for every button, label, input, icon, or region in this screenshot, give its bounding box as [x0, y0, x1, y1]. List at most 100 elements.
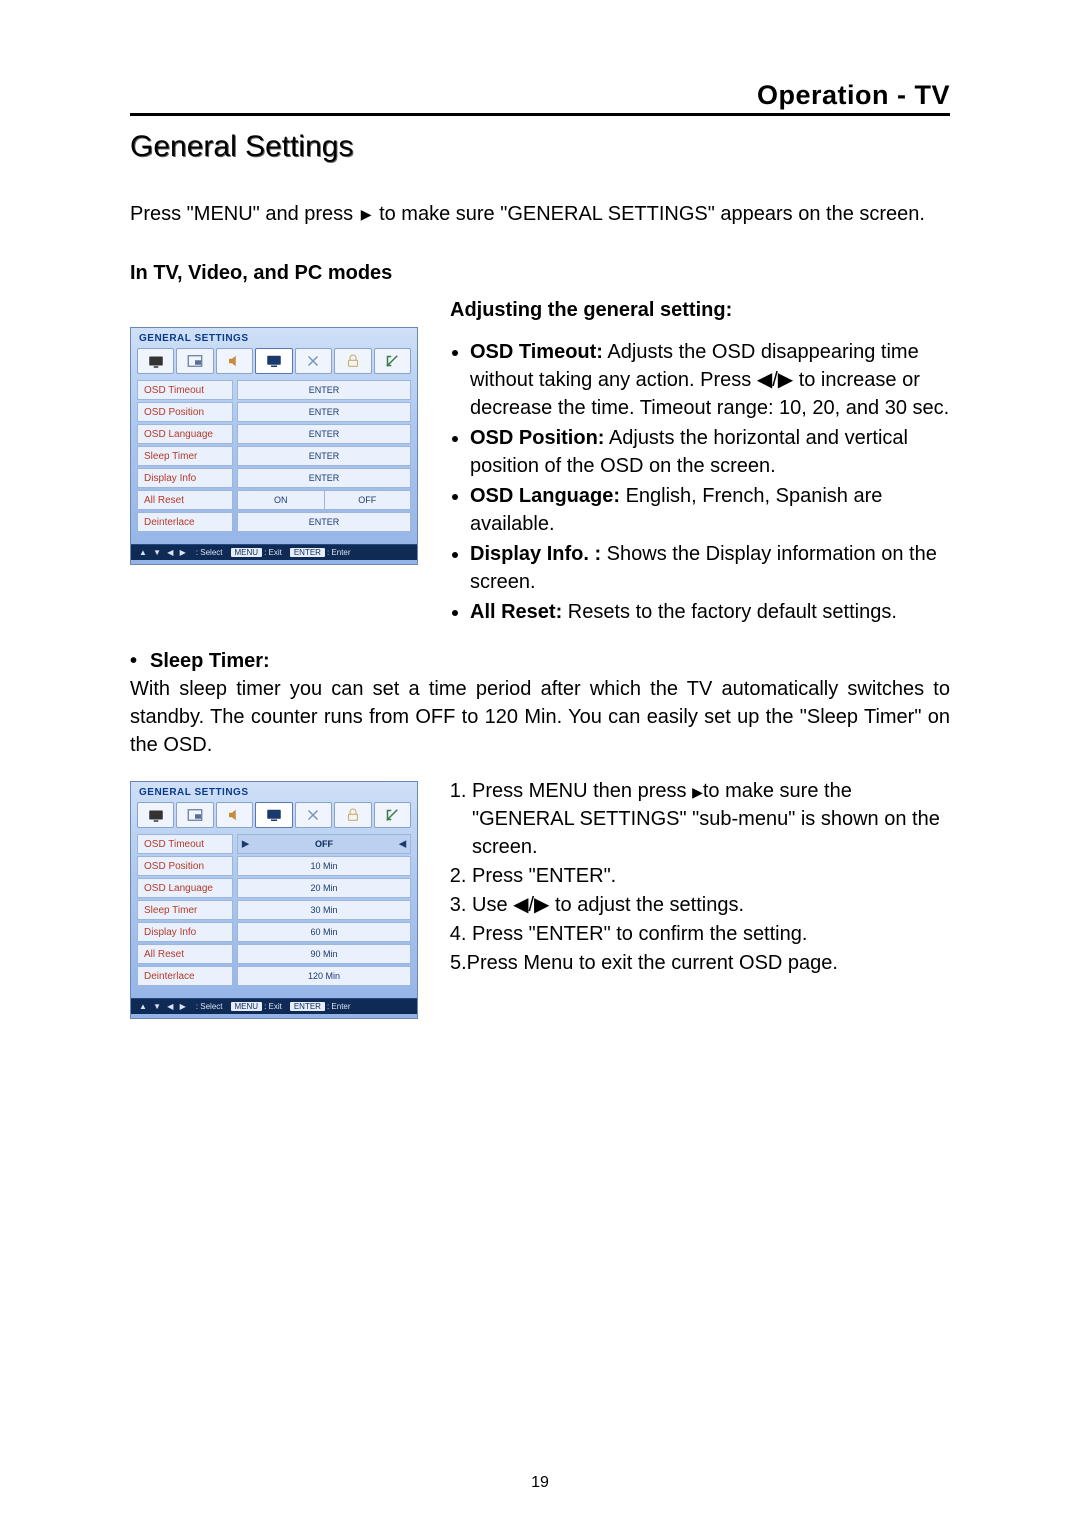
bullet-item: All Reset: Resets to the factory default…	[470, 598, 950, 626]
osd-label: OSD Language	[137, 878, 233, 898]
bullet-term: OSD Position:	[470, 427, 604, 449]
osd-value: 10 Min	[237, 856, 411, 876]
osd-row: Deinterlace120 Min	[137, 966, 411, 986]
tab-tv-icon	[137, 802, 174, 828]
off-option: OFF	[325, 491, 411, 509]
osd-footer: ▲ ▼ ◀ ▶ : Select MENU: Exit ENTER: Enter	[131, 998, 417, 1014]
osd-row: DeinterlaceENTER	[137, 512, 411, 532]
osd-panel-2: GENERAL SETTINGS OSD Timeout▶OFF◀ OSD Po…	[130, 781, 418, 1019]
osd-row: All ResetONOFF	[137, 490, 411, 510]
osd-value: 30 Min	[237, 900, 411, 920]
osd-row: OSD TimeoutENTER	[137, 380, 411, 400]
tab-lock-icon	[334, 348, 371, 374]
bullet-text: Resets to the factory default settings.	[562, 601, 897, 623]
play-icon: ▶	[692, 783, 703, 803]
osd-tabs	[131, 800, 417, 834]
osd-label: Sleep Timer	[137, 446, 233, 466]
bullet-term: OSD Timeout:	[470, 341, 603, 363]
bullet-term: All Reset:	[470, 601, 562, 623]
bullet-item: OSD Timeout: Adjusts the OSD disappearin…	[470, 338, 950, 422]
osd-value: ENTER	[237, 446, 411, 466]
tab-tools-icon	[295, 802, 332, 828]
footer-select: : Select	[196, 548, 223, 557]
bullet-list: OSD Timeout: Adjusts the OSD disappearin…	[470, 338, 950, 626]
tab-pip-icon	[176, 802, 213, 828]
osd-row: All Reset90 Min	[137, 944, 411, 964]
arrow-right-icon: ◀	[399, 839, 406, 850]
tab-tv-icon	[137, 348, 174, 374]
enter-key: ENTER	[290, 548, 325, 557]
osd-row: OSD PositionENTER	[137, 402, 411, 422]
osd-label: Display Info	[137, 468, 233, 488]
tab-display-icon	[255, 348, 292, 374]
osd-value: 90 Min	[237, 944, 411, 964]
tab-exit-icon	[374, 802, 411, 828]
osd-label: All Reset	[137, 944, 233, 964]
osd-row: Display Info60 Min	[137, 922, 411, 942]
osd-row: OSD Timeout▶OFF◀	[137, 834, 411, 854]
sleep-text: With sleep timer you can set a time peri…	[130, 675, 950, 759]
osd-title: GENERAL SETTINGS	[131, 782, 417, 800]
play-icon: ▶	[361, 205, 372, 225]
step-item: Press "ENTER".	[472, 862, 950, 890]
osd-label: OSD Position	[137, 402, 233, 422]
osd-label: Display Info	[137, 922, 233, 942]
modes-heading: In TV, Video, and PC modes	[130, 262, 950, 285]
bullet-item: Display Info. : Shows the Display inform…	[470, 540, 950, 596]
step-item: Press "ENTER" to confirm the setting.	[472, 920, 950, 948]
osd-tabs	[131, 346, 417, 380]
sleep-title: •Sleep Timer:	[130, 650, 950, 673]
osd-row: Display InfoENTER	[137, 468, 411, 488]
osd-label: OSD Position	[137, 856, 233, 876]
intro-post: to make sure "GENERAL SETTINGS" appears …	[379, 203, 925, 225]
step-item: Press MENU then press ▶to make sure the …	[472, 777, 950, 861]
osd-label: OSD Timeout	[137, 380, 233, 400]
tab-audio-icon	[216, 348, 253, 374]
step-item: 5.Press Menu to exit the current OSD pag…	[450, 949, 950, 977]
osd-label: Deinterlace	[137, 512, 233, 532]
osd-value: ENTER	[237, 402, 411, 422]
osd-row: OSD Language20 Min	[137, 878, 411, 898]
bullet-item: OSD Language: English, French, Spanish a…	[470, 482, 950, 538]
osd-value-onoff: ONOFF	[237, 490, 411, 510]
osd-value: 20 Min	[237, 878, 411, 898]
tab-audio-icon	[216, 802, 253, 828]
osd-row: OSD LanguageENTER	[137, 424, 411, 444]
footer-exit: : Exit	[264, 548, 282, 557]
intro-text: Press "MENU" and press ▶ to make sure "G…	[130, 200, 950, 228]
osd-footer: ▲ ▼ ◀ ▶ : Select MENU: Exit ENTER: Enter	[131, 544, 417, 560]
osd-label: Deinterlace	[137, 966, 233, 986]
enter-key: ENTER	[290, 1002, 325, 1011]
tab-exit-icon	[374, 348, 411, 374]
osd-label: Sleep Timer	[137, 900, 233, 920]
footer-enter: : Enter	[327, 1002, 351, 1011]
steps-list: Press MENU then press ▶to make sure the …	[450, 777, 950, 948]
menu-key: MENU	[231, 1002, 263, 1011]
bullet-item: OSD Position: Adjusts the horizontal and…	[470, 424, 950, 480]
tab-lock-icon	[334, 802, 371, 828]
footer-exit: : Exit	[264, 1002, 282, 1011]
on-option: ON	[238, 491, 325, 509]
footer-select: : Select	[196, 1002, 223, 1011]
osd-value-selected: ▶OFF◀	[237, 834, 411, 854]
osd-value: 60 Min	[237, 922, 411, 942]
nav-glyphs-icon: ▲ ▼ ◀ ▶	[139, 548, 188, 557]
osd-row: Sleep Timer30 Min	[137, 900, 411, 920]
osd-row: Sleep TimerENTER	[137, 446, 411, 466]
step-item: Use ◀/▶ to adjust the settings.	[472, 891, 950, 919]
osd-value: ENTER	[237, 380, 411, 400]
adjust-heading: Adjusting the general setting:	[450, 299, 950, 322]
intro-pre: Press "MENU" and press	[130, 203, 353, 225]
bullet-term: Display Info. :	[470, 543, 601, 565]
osd-label: OSD Language	[137, 424, 233, 444]
tab-tools-icon	[295, 348, 332, 374]
menu-key: MENU	[231, 548, 263, 557]
osd-value: ENTER	[237, 424, 411, 444]
tab-display-icon	[255, 802, 292, 828]
tab-pip-icon	[176, 348, 213, 374]
osd-value: ENTER	[237, 512, 411, 532]
page-number: 19	[0, 1474, 1080, 1492]
nav-glyphs-icon: ▲ ▼ ◀ ▶	[139, 1002, 188, 1011]
arrow-left-icon: ▶	[242, 839, 249, 850]
section-title: General Settings	[130, 130, 950, 164]
